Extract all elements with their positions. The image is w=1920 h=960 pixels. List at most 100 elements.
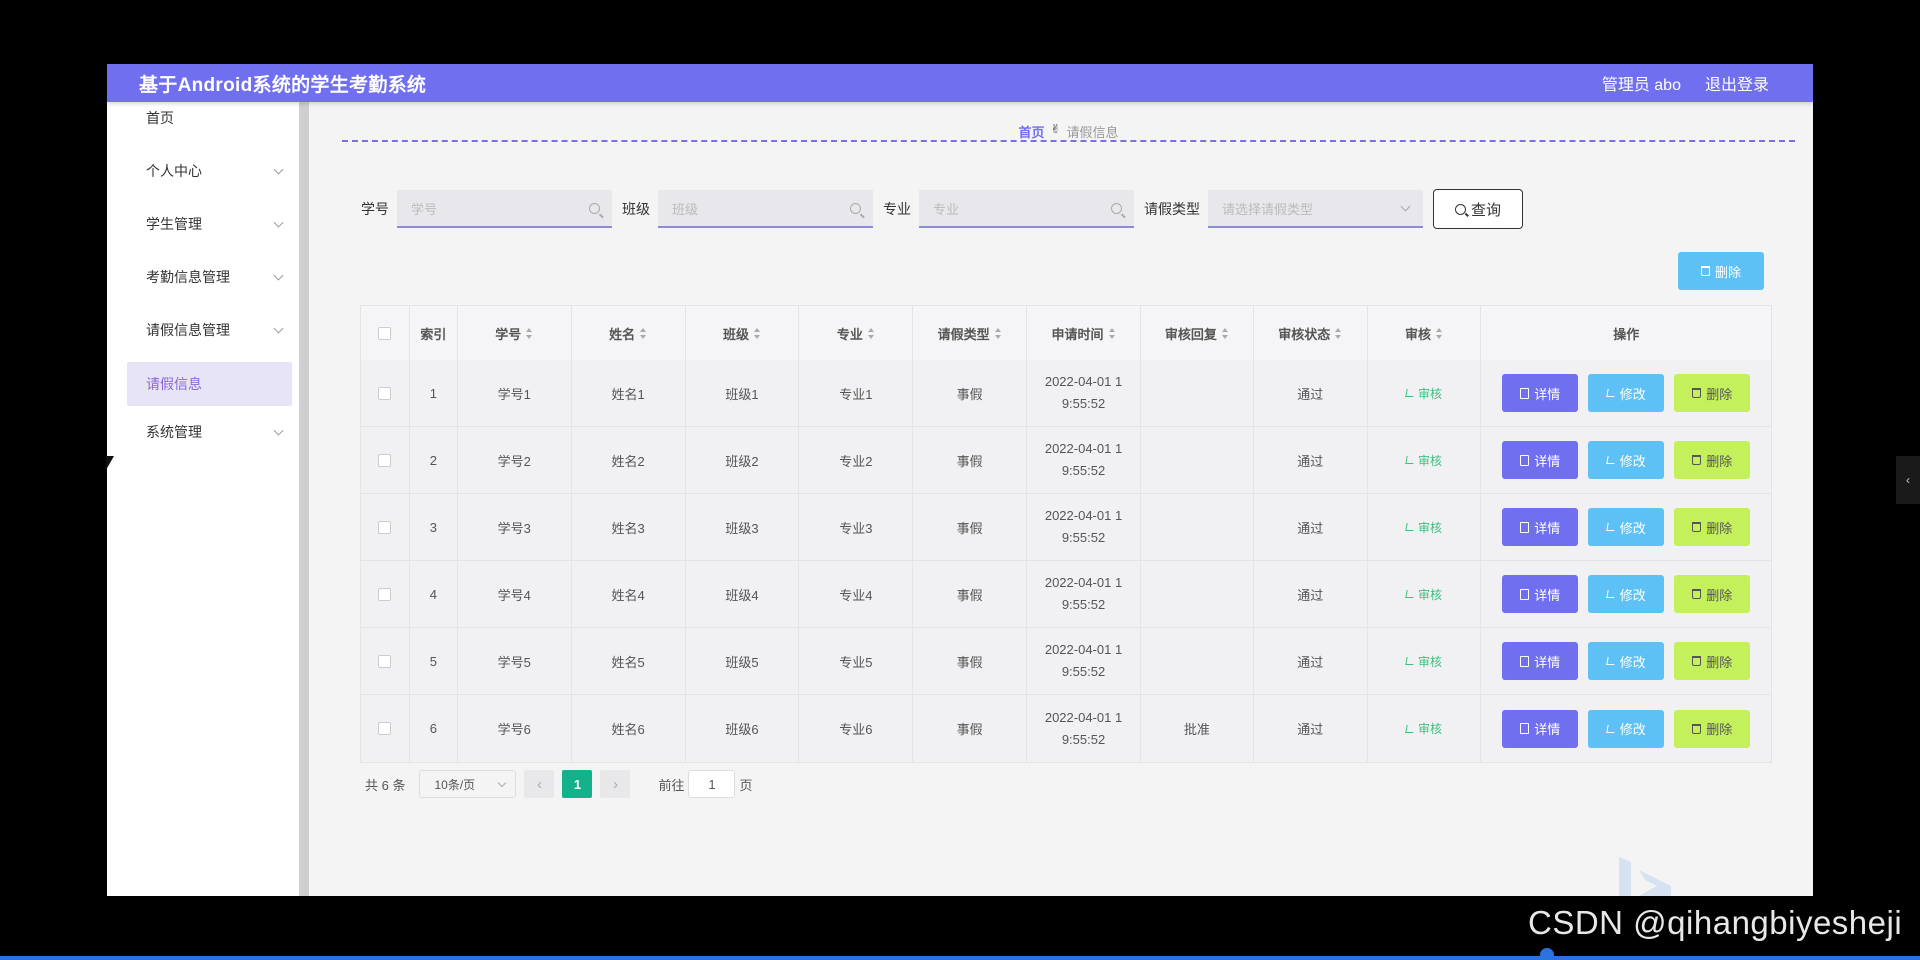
sort-icon[interactable] xyxy=(867,327,875,339)
class-input[interactable]: 班级 xyxy=(658,190,873,228)
detail-button[interactable]: 详情 xyxy=(1502,642,1579,680)
delete-label: 删除 xyxy=(1706,587,1733,603)
header-audit-reply[interactable]: 审核回复 xyxy=(1141,306,1254,360)
audit-link[interactable]: 审核 xyxy=(1405,519,1442,536)
row-checkbox[interactable] xyxy=(378,520,392,534)
delete-button[interactable]: 删除 xyxy=(1674,374,1751,412)
goto-page-input[interactable]: 1 xyxy=(688,770,736,798)
header-label: 专业 xyxy=(836,326,863,342)
row-select[interactable] xyxy=(361,360,410,426)
cell-name: 姓名3 xyxy=(572,494,686,560)
edit-pen-icon xyxy=(1405,724,1415,733)
sidebar-item-system-management[interactable]: 系统管理 xyxy=(127,410,292,454)
document-icon xyxy=(1520,723,1530,734)
edit-button[interactable]: 修改 xyxy=(1588,441,1665,479)
cell-audit-status: 通过 xyxy=(1254,427,1368,493)
sort-icon[interactable] xyxy=(753,327,761,339)
bulk-delete-button[interactable]: 删除 xyxy=(1678,252,1764,290)
sidebar-item-leave-info[interactable]: 请假信息 xyxy=(127,362,292,406)
sort-icon[interactable] xyxy=(1335,327,1342,339)
class-placeholder: 班级 xyxy=(672,201,699,217)
audit-link[interactable]: 审核 xyxy=(1405,452,1442,469)
sort-icon[interactable] xyxy=(994,327,1002,339)
header-name[interactable]: 姓名 xyxy=(572,306,686,360)
logout-link[interactable]: 退出登录 xyxy=(1705,71,1769,95)
row-select[interactable] xyxy=(361,628,410,694)
edit-button[interactable]: 修改 xyxy=(1588,374,1665,412)
sort-icon[interactable] xyxy=(640,327,647,339)
header-major[interactable]: 专业 xyxy=(799,306,914,360)
row-select[interactable] xyxy=(361,561,410,627)
sidebar-item-student-management[interactable]: 学生管理 xyxy=(127,202,292,246)
major-input[interactable]: 专业 xyxy=(919,190,1134,228)
edit-button[interactable]: 修改 xyxy=(1588,575,1665,613)
row-select[interactable] xyxy=(361,695,410,762)
header-audit-status[interactable]: 审核状态 xyxy=(1254,306,1368,360)
sidebar-item-label: 首页 xyxy=(146,110,174,126)
sort-icon[interactable] xyxy=(526,327,533,339)
header-audit[interactable]: 审核 xyxy=(1368,306,1482,360)
detail-button[interactable]: 详情 xyxy=(1502,374,1579,412)
header-class[interactable]: 班级 xyxy=(686,306,800,360)
row-checkbox[interactable] xyxy=(378,453,392,467)
user-name[interactable]: 管理员 abo xyxy=(1602,71,1681,95)
cell-major: 专业4 xyxy=(799,561,914,627)
video-progress-bar[interactable] xyxy=(0,956,1920,960)
sidebar-item-leave-management[interactable]: 请假信息管理 xyxy=(127,308,292,352)
edit-pen-icon xyxy=(1405,389,1415,397)
row-checkbox[interactable] xyxy=(378,587,392,601)
cell-audit: 审核 xyxy=(1368,427,1482,493)
header-apply-time[interactable]: 申请时间 xyxy=(1027,306,1141,360)
chevron-down-icon xyxy=(273,270,284,281)
delete-button[interactable]: 删除 xyxy=(1674,575,1751,613)
sidebar-item-personal-center[interactable]: 个人中心 xyxy=(127,149,292,193)
select-all-checkbox[interactable] xyxy=(378,326,392,340)
edit-button[interactable]: 修改 xyxy=(1588,508,1665,546)
audit-link[interactable]: 审核 xyxy=(1405,720,1442,737)
delete-button[interactable]: 删除 xyxy=(1674,642,1751,680)
header-student-id[interactable]: 学号 xyxy=(458,306,572,360)
sort-icon[interactable] xyxy=(1436,327,1443,339)
edit-label: 修改 xyxy=(1619,654,1646,670)
detail-button[interactable]: 详情 xyxy=(1502,709,1579,748)
cell-audit-reply xyxy=(1141,427,1254,493)
row-select[interactable] xyxy=(361,427,410,493)
side-panel-toggle-icon[interactable]: ‹ xyxy=(1896,456,1920,504)
delete-button[interactable]: 删除 xyxy=(1674,709,1751,748)
delete-button[interactable]: 删除 xyxy=(1674,441,1751,479)
audit-link[interactable]: 审核 xyxy=(1405,385,1442,402)
next-page-button[interactable]: › xyxy=(600,770,631,798)
row-checkbox[interactable] xyxy=(378,722,392,735)
csdn-watermark: CSDN @qihangbiyesheji xyxy=(1528,904,1903,941)
sort-icon[interactable] xyxy=(1108,327,1116,339)
audit-link[interactable]: 审核 xyxy=(1405,653,1442,670)
detail-button[interactable]: 详情 xyxy=(1502,508,1579,546)
video-progress-thumb[interactable] xyxy=(1540,948,1554,960)
sidebar-item-attendance-management[interactable]: 考勤信息管理 xyxy=(127,255,292,299)
prev-page-button[interactable]: ‹ xyxy=(524,770,555,798)
delete-button[interactable]: 删除 xyxy=(1674,508,1751,546)
detail-button[interactable]: 详情 xyxy=(1502,441,1579,479)
page-number-button[interactable]: 1 xyxy=(562,770,593,798)
page-size-select[interactable]: 10条/页 xyxy=(419,770,517,798)
row-select[interactable] xyxy=(361,494,410,560)
cell-ops: 详情 修改 删除 xyxy=(1481,427,1771,493)
breadcrumb-home[interactable]: 首页 xyxy=(1018,122,1044,141)
edit-button[interactable]: 修改 xyxy=(1588,709,1665,748)
header-select-all[interactable] xyxy=(361,306,410,360)
cell-name: 姓名2 xyxy=(572,427,686,493)
header-leave-type[interactable]: 请假类型 xyxy=(913,306,1028,360)
cell-major: 专业1 xyxy=(799,360,914,426)
audit-link[interactable]: 审核 xyxy=(1405,586,1442,603)
detail-button[interactable]: 详情 xyxy=(1502,575,1579,613)
edit-button[interactable]: 修改 xyxy=(1588,642,1665,680)
row-checkbox[interactable] xyxy=(378,386,392,400)
sort-icon[interactable] xyxy=(1221,327,1229,339)
student-id-input[interactable]: 学号 xyxy=(397,190,612,228)
sidebar-item-home[interactable]: 首页 xyxy=(127,96,292,140)
cell-ops: 详情 修改 删除 xyxy=(1481,628,1771,694)
leave-type-select[interactable]: 请选择请假类型 xyxy=(1208,190,1423,228)
query-button[interactable]: 查询 xyxy=(1433,189,1523,229)
row-checkbox[interactable] xyxy=(378,654,392,668)
trash-icon xyxy=(1692,388,1702,398)
